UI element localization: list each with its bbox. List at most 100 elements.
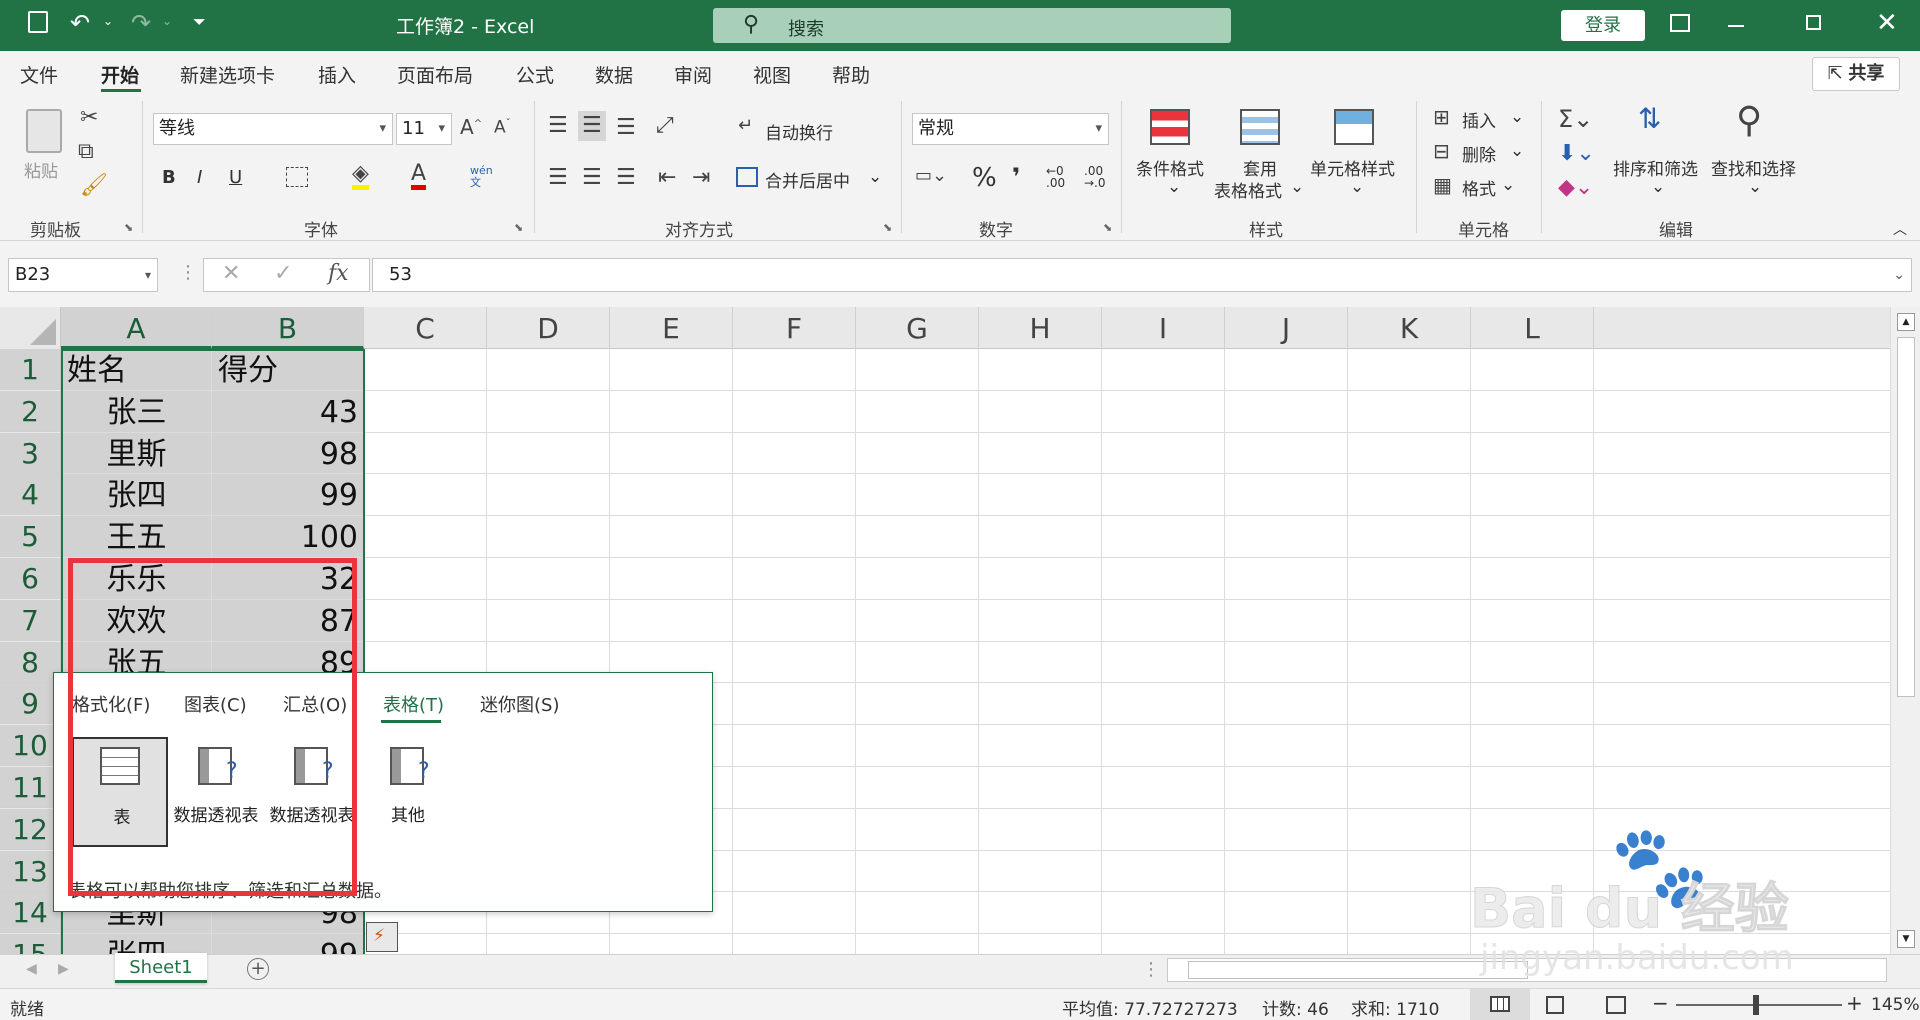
page-layout-view-icon[interactable]: [1546, 996, 1564, 1014]
chevron-down-icon[interactable]: ⌄: [1290, 177, 1304, 197]
prev-sheet-icon[interactable]: ◀: [26, 961, 37, 977]
font-launcher-icon[interactable]: ⬊: [514, 221, 523, 234]
select-all-corner[interactable]: [0, 307, 61, 349]
qa-tab-sparklines[interactable]: 迷你图(S): [480, 691, 559, 717]
column-header-a[interactable]: A: [61, 307, 212, 349]
fill-icon[interactable]: ⬇⌄: [1558, 143, 1595, 165]
phonetic-icon[interactable]: wén 文: [470, 165, 493, 189]
tab-review[interactable]: 审阅: [674, 61, 712, 88]
fill-color-icon[interactable]: ◈: [352, 163, 369, 190]
autosum-icon[interactable]: Σ⌄: [1558, 107, 1593, 131]
share-button[interactable]: ⇱ 共享: [1812, 57, 1900, 91]
underline-button[interactable]: U: [229, 167, 242, 188]
merge-center-button[interactable]: 合并后居中: [765, 167, 850, 192]
comma-button[interactable]: ❜: [1012, 163, 1020, 191]
insert-cells-button[interactable]: 插入: [1462, 107, 1496, 132]
name-box[interactable]: B23 ▾: [8, 258, 158, 292]
search-box[interactable]: ⚲ 搜索: [713, 8, 1231, 43]
scroll-up-icon[interactable]: ▲: [1897, 313, 1915, 331]
decrease-decimal-button[interactable]: .00 →.0: [1084, 165, 1106, 189]
format-cells-icon[interactable]: ▦: [1433, 175, 1452, 195]
zoom-slider-track[interactable]: [1676, 1004, 1842, 1006]
column-header-k[interactable]: K: [1348, 307, 1471, 349]
signin-button[interactable]: 登录: [1561, 10, 1645, 41]
row-header-6[interactable]: 6: [0, 558, 60, 599]
decrease-font-icon[interactable]: Aˇ: [494, 119, 511, 137]
horizontal-scrollbar[interactable]: [1167, 958, 1887, 982]
clipboard-launcher-icon[interactable]: ⬊: [124, 221, 133, 234]
hscroll-thumb[interactable]: [1188, 961, 1528, 979]
restore-icon[interactable]: [1806, 15, 1821, 30]
delete-cells-button[interactable]: 删除: [1462, 141, 1496, 166]
row-header-10[interactable]: 10: [0, 725, 60, 767]
row-header-12[interactable]: 12: [0, 808, 60, 850]
increase-indent-icon[interactable]: ⇥: [692, 167, 710, 189]
add-sheet-icon[interactable]: +: [247, 958, 269, 980]
border-icon[interactable]: [286, 167, 308, 187]
row-header-11[interactable]: 11: [0, 767, 60, 808]
format-painter-icon[interactable]: 🖌: [80, 175, 108, 197]
number-launcher-icon[interactable]: ⬊: [1103, 221, 1112, 234]
clear-icon[interactable]: ◆⌄: [1558, 177, 1593, 199]
zoom-level[interactable]: 145%: [1871, 995, 1920, 1015]
increase-decimal-button[interactable]: ←0.00: [1046, 165, 1065, 189]
row-header-3[interactable]: 3: [0, 432, 60, 474]
conditional-format-icon[interactable]: [1150, 109, 1190, 145]
ribbon-display-icon[interactable]: [1670, 14, 1690, 32]
formula-input[interactable]: 53 ⌄: [372, 258, 1912, 292]
row-header-1[interactable]: 1: [0, 349, 60, 390]
quick-analysis-button[interactable]: ⚡: [366, 922, 398, 952]
normal-view-icon[interactable]: [1470, 989, 1530, 1020]
tab-help[interactable]: 帮助: [832, 61, 870, 88]
font-name-combo[interactable]: 等线 ▾: [153, 113, 393, 145]
column-header-f[interactable]: F: [733, 307, 856, 349]
format-cells-button[interactable]: 格式: [1462, 175, 1496, 200]
tab-view[interactable]: 视图: [753, 61, 791, 88]
column-header-i[interactable]: I: [1102, 307, 1225, 349]
column-header-b[interactable]: B: [212, 307, 364, 349]
chevron-down-icon[interactable]: ⌄: [1651, 177, 1665, 197]
close-icon[interactable]: ✕: [1876, 8, 1898, 38]
qa-tab-tables[interactable]: 表格(T): [383, 691, 444, 717]
save-icon[interactable]: [28, 11, 48, 33]
number-format-combo[interactable]: 常规 ▾: [912, 113, 1109, 145]
align-right-icon[interactable]: ☰: [616, 167, 636, 189]
chevron-down-icon[interactable]: ⌄: [868, 167, 882, 187]
page-break-view-icon[interactable]: [1606, 996, 1626, 1014]
scroll-down-icon[interactable]: ▼: [1897, 930, 1915, 948]
redo-icon[interactable]: ↷: [131, 9, 151, 37]
insert-function-icon[interactable]: fx: [328, 261, 349, 286]
format-as-table-label-2[interactable]: 表格格式: [1214, 177, 1282, 202]
scroll-thumb[interactable]: [1897, 337, 1915, 697]
accounting-icon[interactable]: ▭⌄: [915, 167, 947, 185]
undo-dropdown-icon[interactable]: ⌄: [103, 14, 113, 28]
next-sheet-icon[interactable]: ▶: [58, 961, 69, 977]
align-bottom-icon[interactable]: ☰: [616, 117, 636, 139]
zoom-slider-thumb[interactable]: [1753, 995, 1759, 1015]
column-header-h[interactable]: H: [979, 307, 1102, 349]
row-header-7[interactable]: 7: [0, 599, 60, 641]
sheet-split-grip-icon[interactable]: ⋮: [1142, 959, 1160, 980]
sort-filter-icon[interactable]: ⇅: [1638, 105, 1661, 133]
customize-toolbar-icon[interactable]: ⏷: [193, 12, 206, 32]
chevron-down-icon[interactable]: ⌄: [1501, 175, 1515, 195]
cancel-icon[interactable]: ✕: [222, 261, 240, 286]
format-as-table-icon[interactable]: [1240, 109, 1280, 145]
align-middle-icon[interactable]: ☰: [578, 111, 606, 141]
row-header-9[interactable]: 9: [0, 683, 60, 725]
alignment-launcher-icon[interactable]: ⬊: [883, 221, 892, 234]
column-header-d[interactable]: D: [487, 307, 610, 349]
tab-formulas[interactable]: 公式: [516, 61, 554, 88]
tab-file[interactable]: 文件: [20, 61, 58, 88]
column-header-l[interactable]: L: [1471, 307, 1594, 349]
tab-page-layout[interactable]: 页面布局: [397, 61, 473, 88]
font-color-icon[interactable]: A: [411, 163, 427, 190]
decrease-indent-icon[interactable]: ⇤: [658, 167, 676, 189]
redo-dropdown-icon[interactable]: ⌄: [162, 14, 172, 28]
sheet-tab-sheet1[interactable]: Sheet1: [115, 953, 207, 983]
minimize-icon[interactable]: [1728, 25, 1744, 27]
bold-button[interactable]: B: [162, 167, 176, 188]
align-left-icon[interactable]: ☰: [548, 167, 568, 189]
delete-cells-icon[interactable]: ⊟: [1433, 141, 1450, 161]
increase-font-icon[interactable]: A^: [460, 117, 482, 137]
